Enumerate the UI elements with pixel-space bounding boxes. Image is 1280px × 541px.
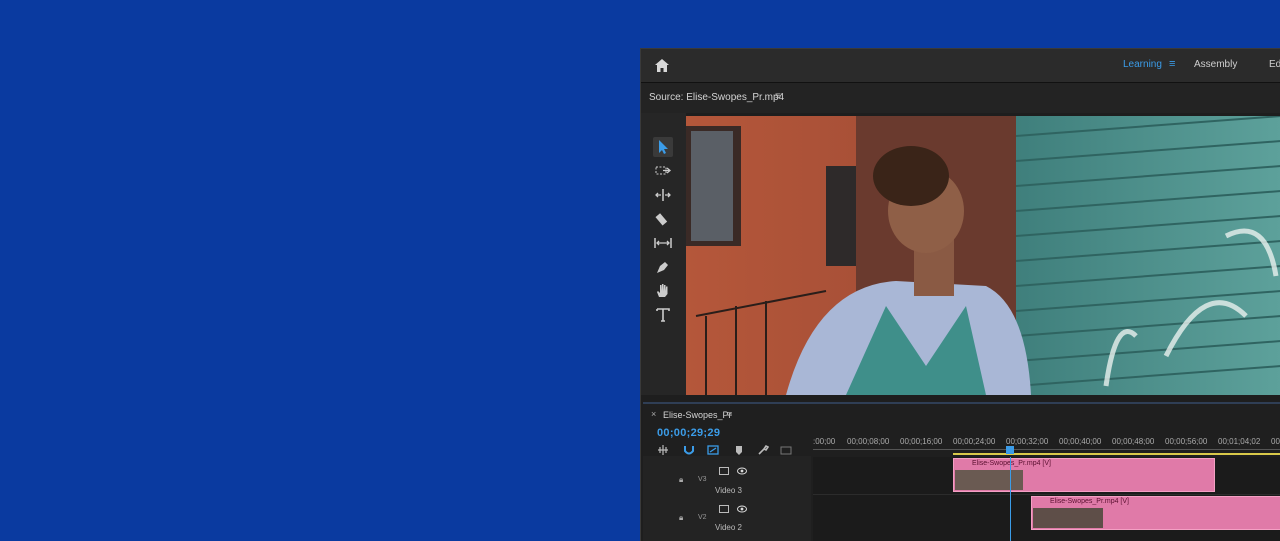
- hamburger-icon[interactable]: ≡: [775, 91, 781, 102]
- ruler-tick: 00;01;04;02: [1218, 437, 1261, 446]
- ruler-tick: 00;00;08;00: [847, 437, 890, 446]
- ruler-baseline: [813, 449, 1280, 450]
- hamburger-icon[interactable]: ≡: [1169, 58, 1175, 70]
- insert-nest-icon[interactable]: [657, 444, 669, 456]
- selection-tool-icon[interactable]: [653, 137, 673, 157]
- tools-panel: [641, 113, 686, 395]
- tracks-area[interactable]: Elise-Swopes_Pr.mp4 [V] Elise-Swopes_Pr.…: [813, 457, 1280, 541]
- pen-tool-icon[interactable]: [653, 257, 673, 277]
- ruler-tick: 00;00;56;00: [1165, 437, 1208, 446]
- premiere-window: Learning ≡ Assembly Ed Source: Elise-Swo…: [640, 48, 1280, 541]
- clip-thumbnail: [1033, 508, 1103, 528]
- hamburger-icon[interactable]: ≡: [727, 409, 732, 419]
- workspace-bar: Learning ≡ Assembly Ed: [641, 49, 1280, 83]
- add-marker-icon[interactable]: [733, 444, 745, 456]
- razor-tool-icon[interactable]: [653, 209, 673, 229]
- ruler-tick: 00;00;24;00: [953, 437, 996, 446]
- lock-icon[interactable]: 🔒︎: [679, 475, 683, 485]
- workspace-tab-learning[interactable]: Learning: [1123, 59, 1162, 70]
- clip-label: Elise-Swopes_Pr.mp4 [V]: [972, 460, 1051, 467]
- eye-icon[interactable]: [737, 505, 747, 513]
- workspace-tab-editing[interactable]: Ed: [1269, 59, 1280, 70]
- home-icon[interactable]: [654, 58, 670, 73]
- type-tool-icon[interactable]: [653, 305, 673, 325]
- toggle-sync-lock-icon[interactable]: [719, 505, 729, 513]
- clip-thumbnail: [955, 470, 1023, 490]
- playhead-handle[interactable]: [1006, 446, 1014, 454]
- work-area-bar: [953, 453, 1280, 455]
- lock-icon[interactable]: 🔒︎: [679, 513, 683, 523]
- clip-v2[interactable]: Elise-Swopes_Pr.mp4 [V]: [1031, 496, 1280, 530]
- track-divider: [813, 494, 1280, 495]
- ruler-tick: 00;01;1: [1271, 437, 1280, 446]
- close-icon[interactable]: ×: [651, 409, 656, 419]
- track-name: Video 3: [715, 486, 742, 495]
- playhead-line: [1010, 457, 1011, 541]
- wrench-icon[interactable]: [757, 444, 769, 456]
- source-monitor-header: Source: Elise-Swopes_Pr.mp4 ≡: [641, 83, 1280, 113]
- playhead-timecode[interactable]: 00;00;29;29: [657, 427, 720, 439]
- ripple-edit-tool-icon[interactable]: [653, 185, 673, 205]
- source-video-preview[interactable]: [686, 116, 1280, 395]
- linked-selection-icon[interactable]: [707, 444, 719, 456]
- source-label[interactable]: Source: Elise-Swopes_Pr.mp4: [649, 92, 784, 103]
- ruler-tick: 00;00;40;00: [1059, 437, 1102, 446]
- snap-icon[interactable]: [683, 444, 695, 456]
- track-name: Video 2: [715, 523, 742, 532]
- toggle-sync-lock-icon[interactable]: [719, 467, 729, 475]
- ruler-tick: 00;00;48;00: [1112, 437, 1155, 446]
- track-id: V3: [698, 476, 707, 483]
- workspace-tab-assembly[interactable]: Assembly: [1194, 59, 1237, 70]
- time-ruler[interactable]: :00;00 00;00;08;00 00;00;16;00 00;00;24;…: [813, 434, 1280, 456]
- track-headers: 🔒︎ V3 Video 3 🔒︎ V2 Video 2: [643, 456, 811, 541]
- track-id: V2: [698, 514, 707, 521]
- ruler-tick: :00;00: [813, 437, 836, 446]
- eye-icon[interactable]: [737, 467, 747, 475]
- captions-icon[interactable]: [780, 444, 792, 456]
- track-select-tool-icon[interactable]: [653, 161, 673, 181]
- ruler-tick: 00;00;32;00: [1006, 437, 1049, 446]
- sequence-tab[interactable]: Elise-Swopes_Pr: [663, 410, 732, 420]
- clip-label: Elise-Swopes_Pr.mp4 [V]: [1050, 498, 1129, 505]
- clip-v3[interactable]: Elise-Swopes_Pr.mp4 [V]: [953, 458, 1215, 492]
- slip-tool-icon[interactable]: [653, 233, 673, 253]
- hand-tool-icon[interactable]: [653, 281, 673, 301]
- timeline-panel: × Elise-Swopes_Pr ≡ 00;00;29;29 :00;00 0…: [643, 402, 1280, 541]
- ruler-tick: 00;00;16;00: [900, 437, 943, 446]
